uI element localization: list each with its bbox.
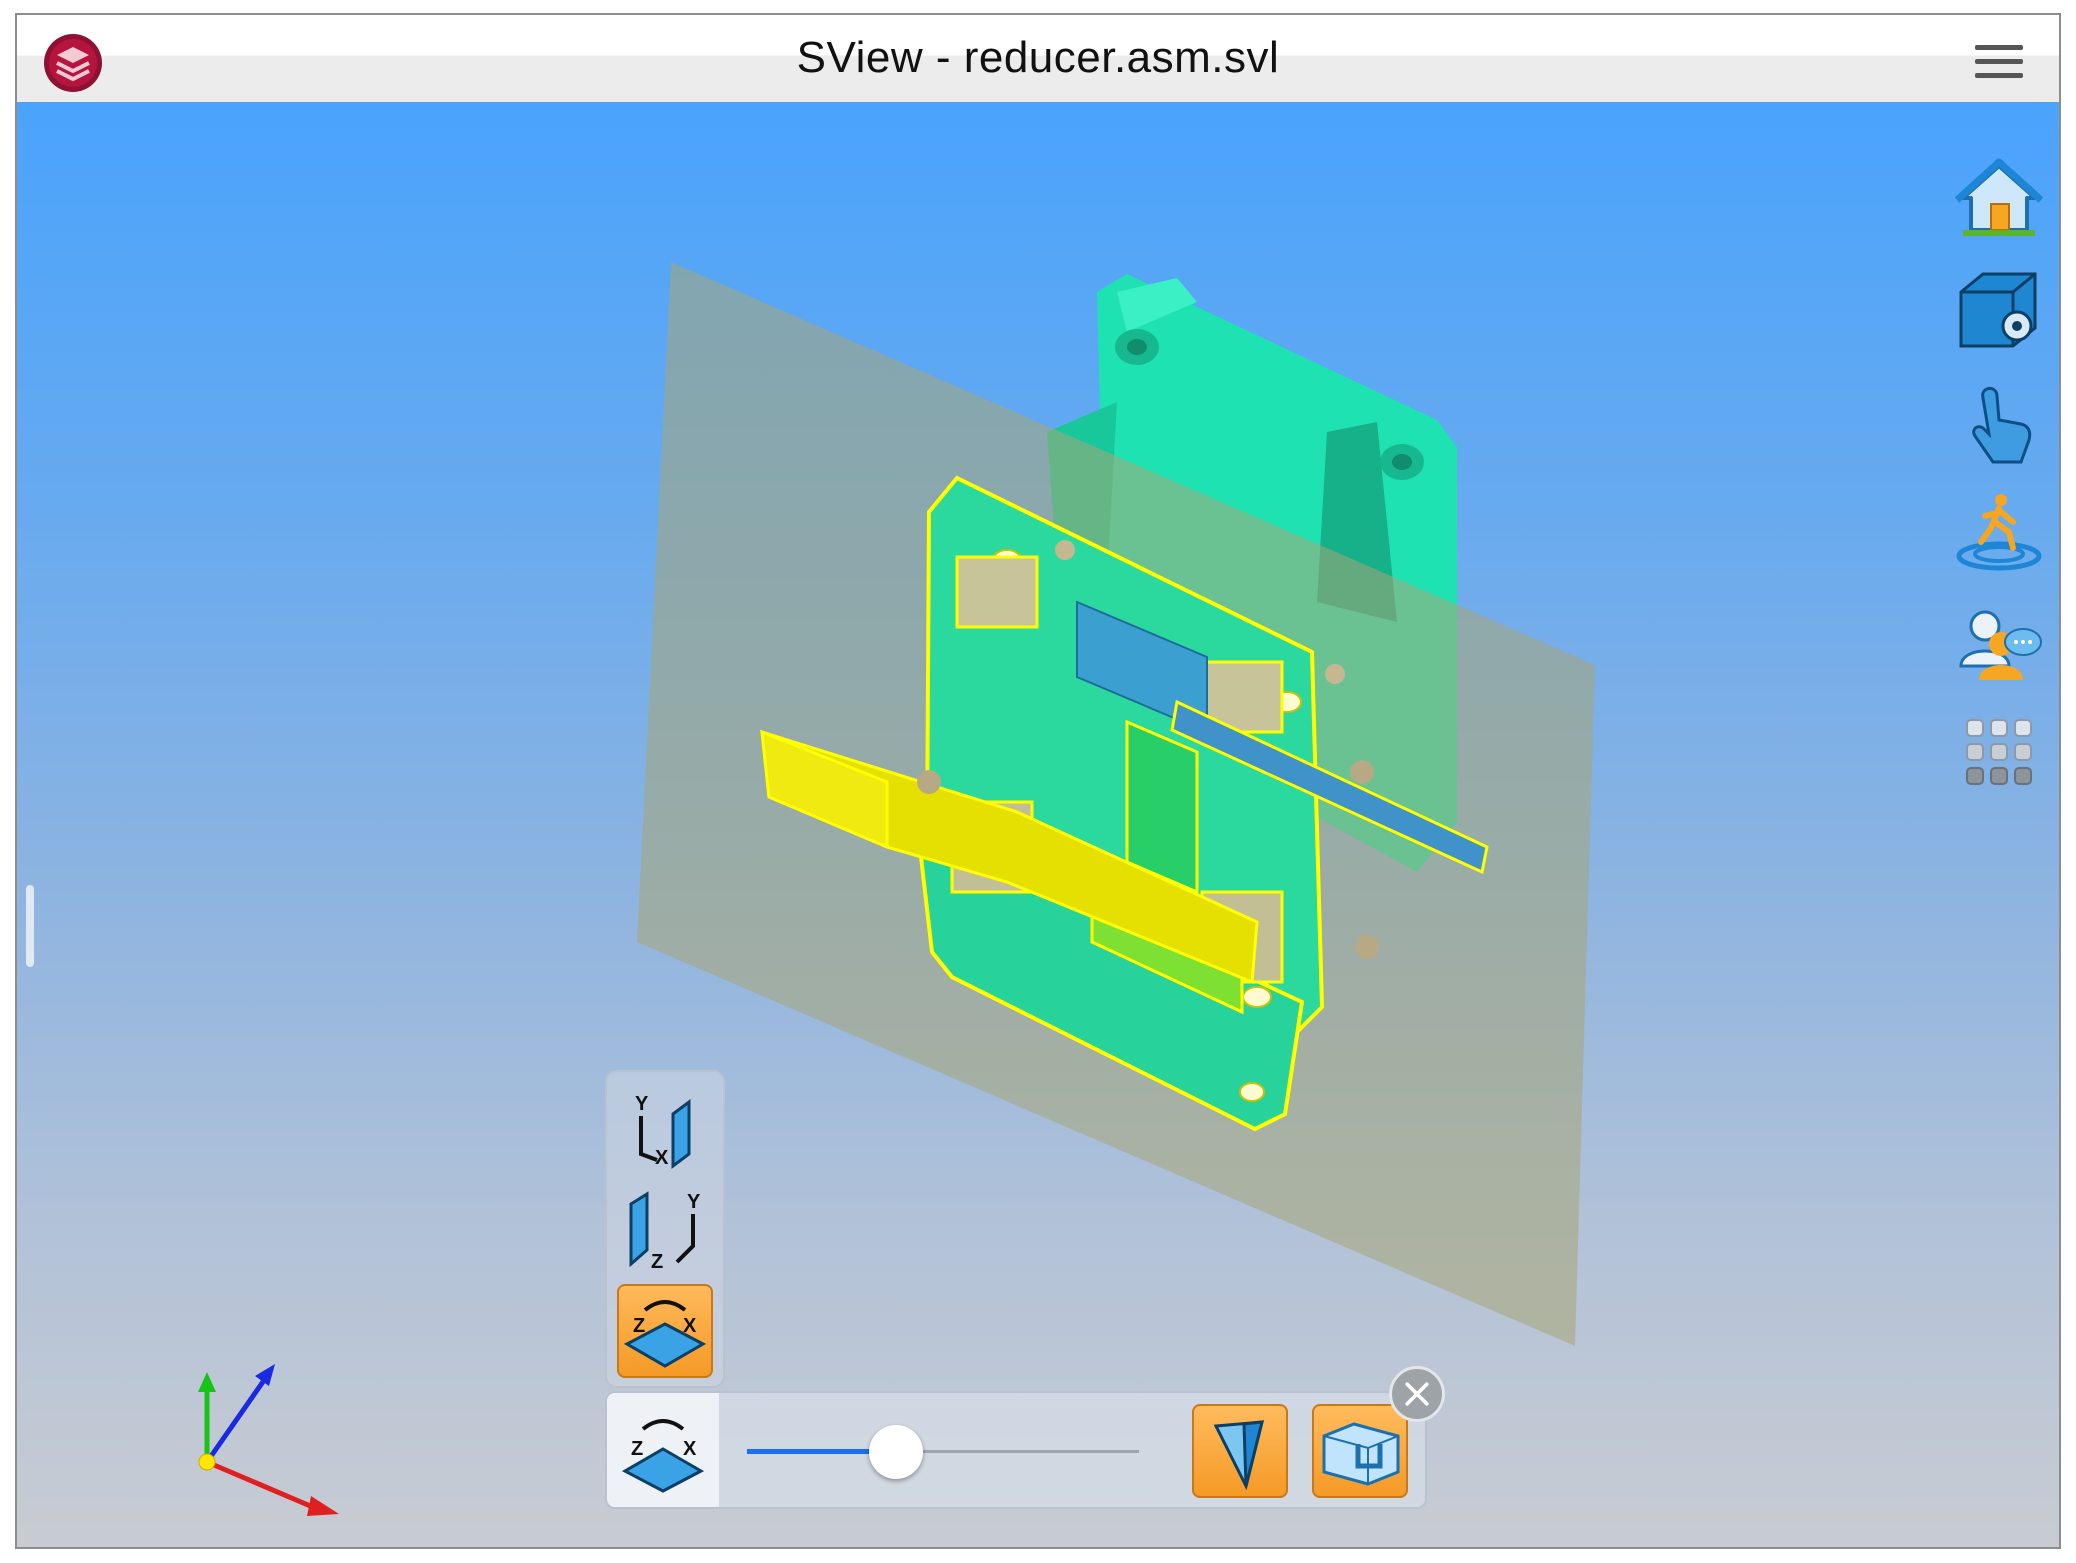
section-cap-icon — [1322, 1422, 1400, 1486]
current-plane-indicator: Z X — [607, 1393, 719, 1507]
app-window: SView - reducer.asm.svl Y X Z Y Z X Z X — [15, 13, 2061, 1549]
apps-grid-icon[interactable] — [1955, 714, 2043, 794]
home-icon[interactable] — [1955, 158, 2043, 238]
axis-label: Y — [635, 1093, 649, 1115]
close-section-icon[interactable] — [1389, 1366, 1445, 1422]
hamburger-menu-icon[interactable] — [1975, 43, 2025, 81]
section-slider-thumb[interactable] — [868, 1425, 923, 1479]
plane-xy-button[interactable]: Y X — [617, 1084, 713, 1178]
section-plane-chooser: Y X Z Y Z X — [605, 1070, 725, 1388]
x-axis — [206, 1459, 316, 1511]
axis-label: Y — [687, 1191, 701, 1213]
axis-label: X — [683, 1438, 697, 1460]
axis-triad — [198, 1364, 339, 1516]
plane-zx-icon: Z X — [623, 1300, 707, 1368]
plane-yz-button[interactable]: Z Y — [617, 1184, 713, 1278]
axis-label: Z — [631, 1438, 643, 1460]
plane-zx-button[interactable]: Z X — [617, 1284, 713, 1378]
collaboration-icon[interactable] — [1955, 602, 2043, 682]
axis-label: X — [683, 1315, 697, 1337]
plane-zx-icon: Z X — [621, 1419, 705, 1493]
touch-gesture-icon[interactable] — [1955, 384, 2043, 464]
plane-xy-icon: Y X — [635, 1093, 691, 1169]
reducer-model-scene[interactable] — [17, 102, 2059, 1548]
3d-viewport[interactable]: Y X Z Y Z X Z X — [17, 102, 2059, 1547]
window-title: SView - reducer.asm.svl — [796, 33, 1280, 82]
axis-label: Z — [633, 1315, 645, 1337]
section-cap-button[interactable] — [1312, 1404, 1408, 1498]
reverse-section-icon — [1213, 1420, 1264, 1491]
plane-yz-icon: Z Y — [629, 1191, 701, 1273]
reverse-section-button[interactable] — [1192, 1404, 1288, 1498]
model-settings-icon[interactable] — [1955, 270, 2043, 350]
title-bar: SView - reducer.asm.svl — [17, 15, 2059, 102]
axis-label: Z — [651, 1251, 663, 1273]
walkthrough-icon[interactable] — [1955, 492, 2043, 572]
z-axis — [204, 1374, 270, 1464]
section-slider-panel: Z X — [605, 1391, 1427, 1509]
side-panel-handle[interactable] — [26, 885, 34, 967]
